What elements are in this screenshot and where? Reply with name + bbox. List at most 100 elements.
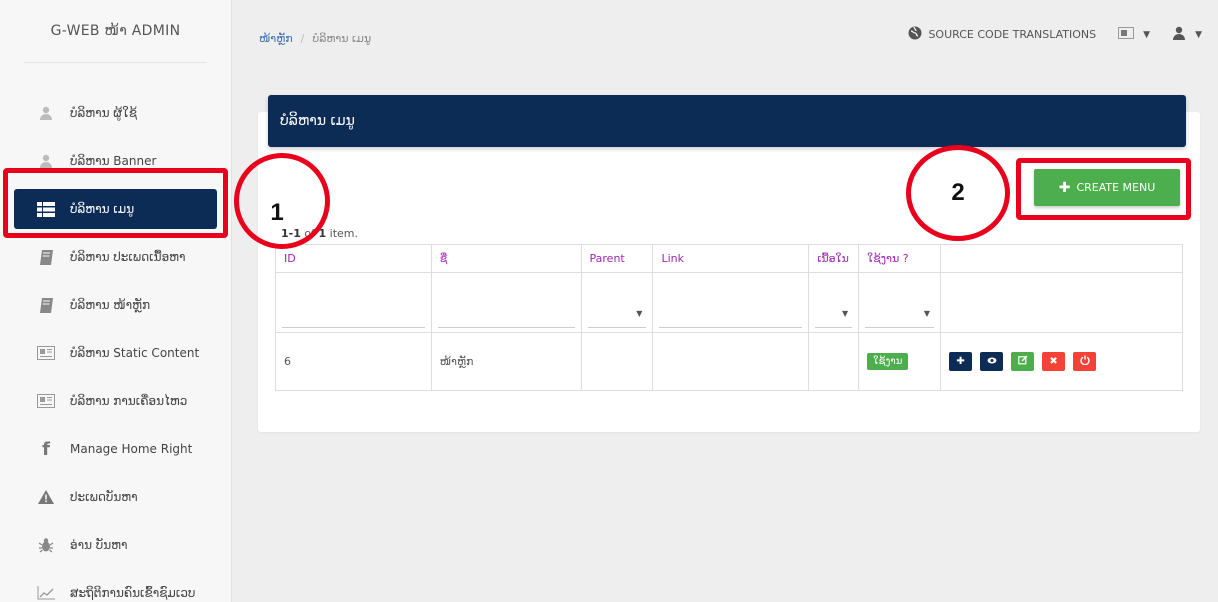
sidebar-item-menu[interactable]: ບໍລິຫານ ເມນູ — [14, 189, 217, 229]
bug-icon — [36, 536, 56, 554]
create-menu-label: CREATE MENU — [1076, 181, 1156, 194]
plus-icon: ✚ — [956, 356, 965, 367]
sidebar-item-label: ບໍລິຫານ ຜູ້ໃຊ້ — [70, 106, 138, 120]
cell-actions: ✚ ✖ — [940, 332, 1183, 391]
breadcrumb-current: ບໍລິຫານ ເມນູ — [312, 32, 372, 45]
edit-button[interactable] — [1011, 352, 1035, 371]
filter-cell — [808, 272, 860, 333]
menu-management-card: ບໍລິຫານ ເມນູ ✚ CREATE MENU 1-1 of 1 item… — [258, 95, 1200, 432]
delete-button[interactable]: ✖ — [1042, 352, 1066, 371]
annotation-marker-1-label: 1 — [270, 199, 284, 226]
sidebar-item-label: ສະຖິຕິການຄົນເຂົ້າຊົມເວບ — [70, 586, 196, 600]
sidebar-item-label: ບໍລິຫານ ໜ້າຫຼັກ — [70, 298, 150, 312]
close-icon: ✖ — [1049, 356, 1058, 367]
cell-parent — [580, 332, 654, 391]
summary-suffix: item. — [329, 227, 358, 240]
brand-title[interactable]: G-WEB ໜ້າ ADMIN — [0, 0, 231, 62]
caret-down-icon: ▼ — [1143, 29, 1151, 40]
breadcrumb-separator: / — [300, 32, 305, 45]
filter-cell — [580, 272, 654, 333]
filter-parent-select[interactable] — [587, 302, 647, 328]
filter-content-select[interactable] — [815, 302, 853, 328]
sidebar-item-label: ປະເພດບັນຫາ — [70, 490, 138, 504]
view-button[interactable] — [980, 352, 1004, 371]
user-icon — [36, 104, 56, 122]
language-flag-icon — [1118, 27, 1135, 42]
sidebar-item-banner[interactable]: ບໍລິຫານ Banner — [0, 137, 231, 185]
menu-table: ID ຊື່ Parent Link ເນື້ອໃນ ໃຊ້ງານ ? 6 ໜ້… — [275, 244, 1183, 391]
edit-icon — [1017, 355, 1028, 368]
filter-cell — [652, 272, 810, 333]
user-icon — [36, 152, 56, 170]
column-header-link[interactable]: Link — [652, 244, 810, 273]
book-icon — [36, 248, 56, 266]
card-title: ບໍລິຫານ ເມນູ — [268, 95, 1186, 147]
table-icon — [36, 200, 56, 218]
facebook-icon: f — [42, 438, 50, 460]
plus-icon: ✚ — [1058, 179, 1071, 196]
filter-cell — [275, 272, 432, 333]
sidebar-item-label: Manage Home Right — [70, 442, 193, 456]
language-dropdown[interactable]: ▼ — [1118, 27, 1150, 42]
source-code-translations-link[interactable]: SOURCE CODE TRANSLATIONS — [908, 26, 1096, 43]
sidebar-item-home-right[interactable]: f Manage Home Right — [0, 425, 231, 473]
eye-icon — [987, 356, 997, 367]
user-dropdown[interactable]: ▼ — [1172, 26, 1202, 43]
cell-content — [808, 332, 860, 391]
filter-name-input[interactable] — [437, 301, 575, 328]
book-icon — [36, 296, 56, 314]
breadcrumb-home-link[interactable]: ໜ້າຫຼັກ — [259, 32, 293, 45]
sidebar-item-issue-types[interactable]: ປະເພດບັນຫາ — [0, 473, 231, 521]
annotation-marker-1: 1 — [234, 153, 330, 249]
globe-icon — [908, 26, 922, 43]
sidebar-item-label: ບໍລິຫານ Banner — [70, 154, 157, 168]
cell-link — [652, 332, 810, 391]
column-header-id[interactable]: ID — [275, 244, 432, 273]
cell-id: 6 — [275, 332, 432, 391]
sidebar-item-static-content[interactable]: ບໍລິຫານ Static Content — [0, 329, 231, 377]
sidebar-item-read-issues[interactable]: ອ່ານ ບັນຫາ — [0, 521, 231, 569]
sidebar-item-label: ບໍລິຫານ ການເຄື່ອນໄຫວ — [70, 394, 188, 408]
sidebar-item-content-types[interactable]: ບໍລິຫານ ປະເພດເນື້ອຫາ — [0, 233, 231, 281]
column-header-parent[interactable]: Parent — [580, 244, 654, 273]
filter-id-input[interactable] — [282, 301, 425, 328]
newspaper-icon — [36, 344, 56, 362]
source-code-translations-label: SOURCE CODE TRANSLATIONS — [928, 28, 1097, 41]
filter-cell — [858, 272, 942, 333]
user-icon — [1172, 26, 1186, 43]
cell-name: ໜ້າຫຼັກ — [430, 332, 582, 391]
toggle-button[interactable] — [1073, 352, 1097, 371]
annotation-marker-2: 2 — [906, 145, 1010, 241]
status-badge: ໃຊ້ງານ — [867, 353, 909, 370]
sidebar-menu: ບໍລິຫານ ຜູ້ໃຊ້ ບໍລິຫານ Banner ບໍລິຫານ ເມ… — [0, 89, 231, 602]
add-child-button[interactable]: ✚ — [949, 352, 973, 371]
topbar-actions: SOURCE CODE TRANSLATIONS ▼ ▼ — [908, 26, 1202, 43]
warning-icon — [36, 488, 56, 506]
filter-link-input[interactable] — [659, 301, 803, 328]
create-menu-button[interactable]: ✚ CREATE MENU — [1034, 169, 1180, 206]
caret-down-icon: ▼ — [1195, 29, 1202, 40]
sidebar-item-home-pages[interactable]: ບໍລິຫານ ໜ້າຫຼັກ — [0, 281, 231, 329]
annotation-marker-2-label: 2 — [951, 179, 965, 206]
breadcrumb: ໜ້າຫຼັກ / ບໍລິຫານ ເມນູ — [259, 32, 371, 45]
table-header-row: ID ຊື່ Parent Link ເນື້ອໃນ ໃຊ້ງານ ? — [275, 244, 1183, 273]
topbar: ໜ້າຫຼັກ / ບໍລິຫານ ເມນູ SOURCE CODE TRANSLA… — [232, 0, 1218, 78]
cell-status: ໃຊ້ງານ — [858, 332, 942, 391]
column-header-active[interactable]: ໃຊ້ງານ ? — [858, 244, 942, 273]
table-filter-row — [275, 272, 1183, 333]
sidebar-item-label: ອ່ານ ບັນຫາ — [70, 538, 128, 552]
sidebar-item-label: ບໍລິຫານ ປະເພດເນື້ອຫາ — [70, 250, 186, 264]
table-row: 6 ໜ້າຫຼັກ ໃຊ້ງານ ✚ ✖ — [275, 332, 1183, 391]
filter-active-select[interactable] — [865, 302, 935, 328]
power-icon — [1079, 355, 1090, 368]
column-header-actions — [940, 244, 1183, 273]
sidebar-item-activities[interactable]: ບໍລິຫານ ການເຄື່ອນໄຫວ — [0, 377, 231, 425]
filter-cell — [430, 272, 582, 333]
sidebar: G-WEB ໜ້າ ADMIN ບໍລິຫານ ຜູ້ໃຊ້ ບໍລິຫານ B… — [0, 0, 232, 602]
sidebar-item-statistics[interactable]: ສະຖິຕິການຄົນເຂົ້າຊົມເວບ — [0, 569, 231, 602]
column-header-name[interactable]: ຊື່ — [430, 244, 582, 273]
column-header-content[interactable]: ເນື້ອໃນ — [808, 244, 860, 273]
brand-divider — [24, 62, 207, 63]
sidebar-item-users[interactable]: ບໍລິຫານ ຜູ້ໃຊ້ — [0, 89, 231, 137]
row-actions: ✚ ✖ — [949, 352, 1182, 371]
